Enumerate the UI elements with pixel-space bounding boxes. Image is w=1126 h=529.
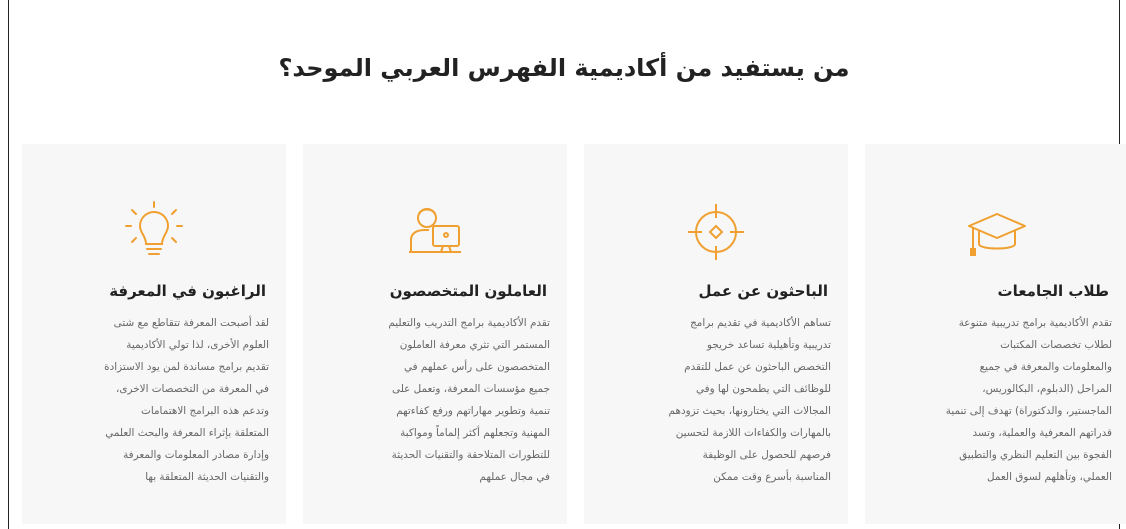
card-knowledge-seekers: الراغبون في المعرفة لقد أصبحت المعرفة تت… [22,144,286,524]
card-line: للتطورات المتلاحقة والتقنيات الحديثة [391,449,550,461]
card-description: تقدم الأكاديمية برامج تدريبية متنوعة لطل… [882,312,1112,488]
card-description: تساهم الأكاديمية في تقديم برامج تدريبية … [601,312,831,488]
card-line: والمعلومات والمعرفة في جميع [979,361,1112,373]
card-job-seekers: الباحثون عن عمل تساهم الأكاديمية في تقدي… [584,144,848,524]
card-line: جميع مؤسسات المعرفة، وتعمل على [392,383,550,395]
card-university-students: طلاب الجامعات تقدم الأكاديمية برامج تدري… [865,144,1126,524]
card-line: تنمية وتطوير مهاراتهم ورفع كفاءتهم [396,405,550,417]
card-line: العلوم الأخرى، لذا تولي الأكاديمية [126,339,269,351]
card-line: تقديم برامج مساندة لمن يود الاستزادة [104,361,269,373]
card-line: للوظائف التي يطمحون لها وفي [695,383,831,395]
card-line: تقدم الأكاديمية برامج التدريب والتعليم [388,317,550,329]
card-line: المهنية وتجعلهم أكثر إلماماً ومواكبة [400,427,550,439]
card-line: والتقنيات الحديثة المتعلقة بها [145,471,269,483]
card-line: تساهم الأكاديمية في تقديم برامج [690,317,831,329]
card-line: تقدم الأكاديمية برامج تدريبية متنوعة [958,317,1112,329]
card-line: بالمهارات والكفاءات اللازمة لتحسين [675,427,831,439]
card-line: لطلاب تخصصات المكتبات [1000,339,1112,351]
card-line: المستمر التي تثري معرفة العاملون [399,339,550,351]
card-line: المراحل (الدبلوم، البكالوريس، [982,383,1112,395]
card-line: المجالات التي يختارونها، بحيث تزودهم [668,405,831,417]
card-line: وتدعم هذه البرامج الاهتمامات [141,405,269,417]
section-heading: من يستفيد من أكاديمية الفهرس العربي المو… [278,54,850,82]
card-line: الماجستير، والدكتوراة) تهدف إلى تنمية [945,405,1112,417]
card-title: الباحثون عن عمل [698,282,828,300]
card-line: الفجوة بين التعليم النظري والتطبيق [959,449,1112,461]
card-title: طلاب الجامعات [997,282,1110,300]
card-title: الراغبون في المعرفة [109,282,266,300]
card-line: التخصص الباحثون عن عمل للتقدم [684,361,831,373]
card-description: لقد أصبحت المعرفة تتقاطع مع شتى العلوم ا… [39,312,269,488]
card-professionals: العاملون المتخصصون تقدم الأكاديمية برامج… [303,144,567,524]
graduation-cap-icon [968,213,1026,256]
card-line: في المعرفة من التخصصات الاخرى، [116,383,269,395]
card-line: وإدارة مصادر المعلومات والمعرفة [123,449,269,461]
card-line: المناسبة بأسرع وقت ممكن [713,471,831,483]
card-line: العملي، وتأهلهم لسوق العمل [987,471,1112,483]
card-description: تقدم الأكاديمية برامج التدريب والتعليم ا… [320,312,550,488]
card-line: المتخصصون على رأس عملهم في [403,361,550,373]
card-line: لقد أصبحت المعرفة تتقاطع مع شتى [113,317,269,329]
lightbulb-icon [125,201,183,255]
card-line: قدراتهم المعرفية والعملية، وتسد [972,427,1112,439]
card-title: العاملون المتخصصون [389,282,547,300]
page-frame: من يستفيد من أكاديمية الفهرس العربي المو… [8,0,1126,529]
card-line: في مجال عملهم [479,471,550,483]
target-icon [688,204,744,260]
card-line: تدريبية وتأهيلية تساعد خريجو [707,339,831,351]
professional-at-computer-icon [409,208,461,253]
card-line: المتعلقة بإثراء المعرفة والبحث العلمي [105,427,269,439]
card-line: فرصهم للحصول على الوظيفة [702,449,831,461]
